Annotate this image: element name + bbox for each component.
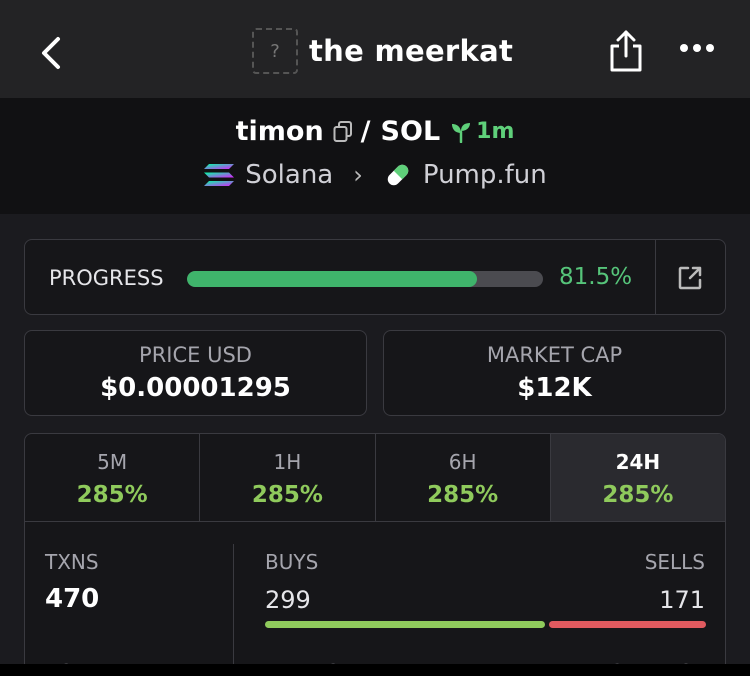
buys-value: 299	[265, 586, 311, 614]
pair-age-text: 1m	[476, 119, 515, 144]
tab-label: 6H	[448, 450, 477, 474]
bottom-edge	[0, 664, 750, 676]
timeframe-tabs: 5M 285% 1H 285% 6H 285% 24H 285%	[25, 434, 725, 522]
dex-name[interactable]: Pump.fun	[423, 160, 547, 190]
tab-label: 5M	[97, 450, 128, 474]
buys-bar	[265, 621, 546, 628]
pair-info: timon / SOL 1m Solana › Pump.fun	[0, 98, 750, 214]
buys-label: BUYS	[265, 550, 319, 574]
pair-age: 1m	[450, 119, 514, 144]
bonding-progress-card: PROGRESS 81.5%	[24, 239, 726, 315]
page-title: the meerkat	[309, 34, 514, 68]
chevron-right-icon: ›	[353, 161, 363, 189]
sells-bar	[549, 621, 706, 628]
price-usd-value: $0.00001295	[100, 373, 291, 403]
chain-name[interactable]: Solana	[245, 160, 333, 190]
base-token-name: timon	[235, 116, 324, 147]
tab-1h[interactable]: 1H 285%	[200, 434, 376, 521]
tab-label: 24H	[615, 450, 661, 474]
sells-label: SELLS	[644, 550, 705, 574]
back-chevron-icon[interactable]	[36, 33, 68, 73]
pair-separator: /	[360, 116, 371, 147]
more-dots-icon[interactable]	[680, 44, 714, 52]
sells-value: 171	[659, 586, 705, 614]
txns-value: 470	[45, 584, 100, 614]
progress-bar-fill	[187, 271, 478, 287]
txns-label: TXNS	[45, 550, 99, 574]
main-content: PROGRESS 81.5% PRICE USD $0.00001295 MAR…	[0, 214, 750, 673]
tab-5m[interactable]: 5M 285%	[25, 434, 201, 521]
pair-title: timon / SOL 1m	[0, 116, 750, 147]
timeframe-stats-card: 5M 285% 1H 285% 6H 285% 24H 285% TXNS 47…	[24, 433, 726, 673]
tab-change: 285%	[76, 482, 148, 508]
token-thumbnail: ?	[252, 28, 298, 74]
solana-icon	[204, 164, 235, 186]
progress-bar	[187, 271, 543, 287]
tab-label: 1H	[273, 450, 302, 474]
chain-breadcrumb: Solana › Pump.fun	[0, 160, 750, 190]
app-header: ? the meerkat	[0, 0, 750, 98]
tab-24h[interactable]: 24H 285%	[550, 434, 725, 521]
market-cap-card: MARKET CAP $12K	[383, 330, 726, 416]
progress-label: PROGRESS	[49, 266, 164, 290]
divider	[655, 240, 656, 314]
tab-change: 285%	[602, 482, 674, 508]
market-cap-value: $12K	[517, 373, 592, 403]
tab-change: 285%	[427, 482, 499, 508]
quote-token-name: SOL	[380, 116, 441, 147]
sprout-icon	[452, 122, 471, 143]
external-link-icon[interactable]	[677, 265, 703, 291]
share-icon[interactable]	[606, 28, 646, 74]
tab-change: 285%	[251, 482, 323, 508]
progress-value: 81.5%	[559, 264, 633, 290]
copy-icon[interactable]	[333, 120, 353, 143]
price-usd-label: PRICE USD	[139, 343, 252, 367]
pill-icon	[387, 164, 409, 186]
tab-6h[interactable]: 6H 285%	[376, 434, 551, 521]
divider	[233, 544, 234, 672]
price-usd-card: PRICE USD $0.00001295	[24, 330, 367, 416]
buy-sell-ratio-bar	[265, 621, 706, 628]
market-cap-label: MARKET CAP	[486, 343, 623, 367]
